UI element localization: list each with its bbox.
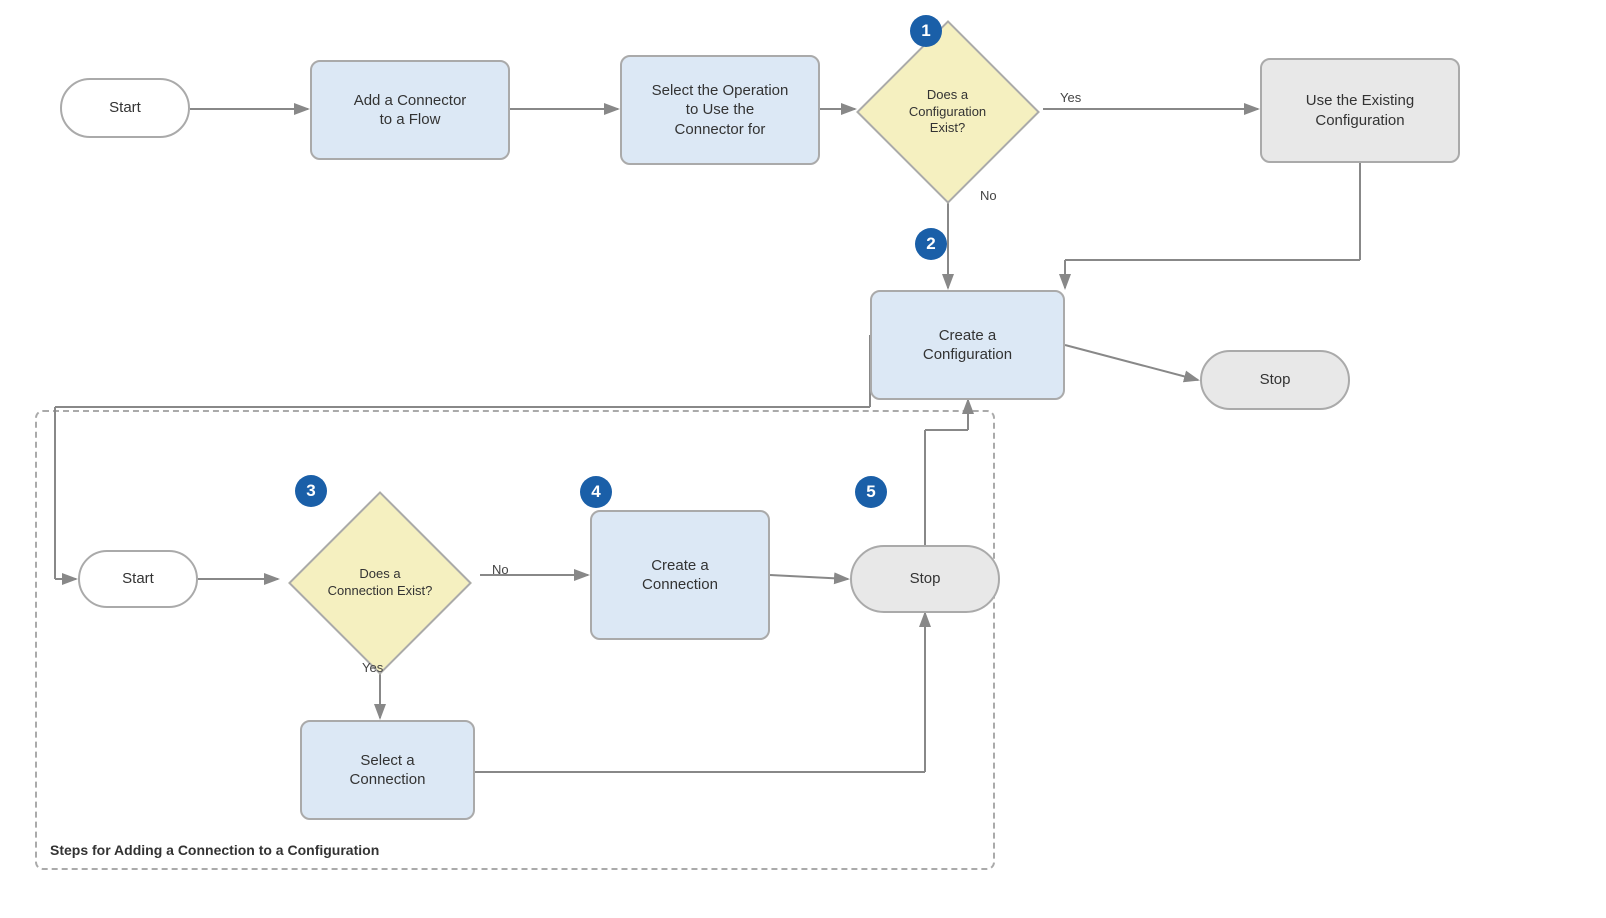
start2-node: Start	[78, 550, 198, 608]
stop-bottom-node: Stop	[850, 545, 1000, 613]
dashed-box	[35, 410, 995, 870]
create-conn-node: Create a Connection	[590, 510, 770, 640]
create-config-node: Create a Configuration	[870, 290, 1065, 400]
stop-top-node: Stop	[1200, 350, 1350, 410]
badge-1: 1	[910, 15, 942, 47]
dashed-box-label: Steps for Adding a Connection to a Confi…	[50, 842, 379, 858]
badge-4: 4	[580, 476, 612, 508]
no1-label: No	[980, 188, 997, 203]
no2-label: No	[492, 562, 509, 577]
config-exist-diamond: Does a Configuration Exist?	[855, 47, 1040, 177]
select-conn-node: Select a Connection	[300, 720, 475, 820]
badge-3: 3	[295, 475, 327, 507]
conn-exist-diamond: Does a Connection Exist?	[280, 510, 480, 655]
yes1-label: Yes	[1060, 90, 1081, 105]
badge-2: 2	[915, 228, 947, 260]
select-op-node: Select the Operation to Use the Connecto…	[620, 55, 820, 165]
start1-node: Start	[60, 78, 190, 138]
flowchart-diagram: Steps for Adding a Connection to a Confi…	[0, 0, 1606, 918]
use-existing-node: Use the Existing Configuration	[1260, 58, 1460, 163]
badge-5: 5	[855, 476, 887, 508]
add-connector-node: Add a Connector to a Flow	[310, 60, 510, 160]
yes2-label: Yes	[362, 660, 383, 675]
